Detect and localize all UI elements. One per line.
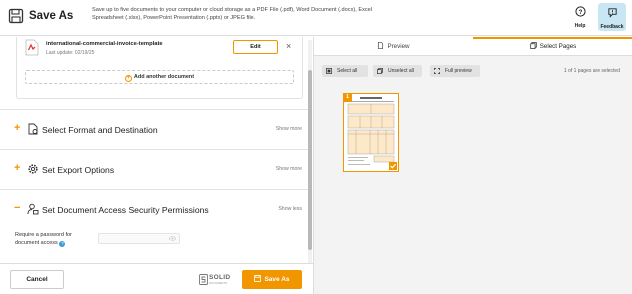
section-title: Set Document Access Security Permissions bbox=[42, 205, 209, 215]
section-security-permissions[interactable]: − Set Document Access Security Permissio… bbox=[0, 189, 312, 263]
file-gear-icon bbox=[28, 123, 38, 135]
collapse-minus-icon: − bbox=[14, 202, 21, 214]
info-icon[interactable]: ? bbox=[59, 241, 66, 247]
header-bar: Save As Save up to five documents to you… bbox=[0, 0, 632, 36]
show-less-toggle[interactable]: Show less bbox=[278, 206, 302, 212]
gear-icon bbox=[28, 164, 38, 174]
feedback-label: Feedback bbox=[600, 24, 624, 30]
tab-preview-label: Preview bbox=[387, 43, 410, 50]
dialog-description: Save up to five documents to your comput… bbox=[92, 7, 373, 22]
save-as-button[interactable]: Save As bbox=[242, 270, 302, 289]
dialog-title: Save As bbox=[29, 10, 74, 22]
question-circle-icon: ? bbox=[574, 6, 586, 17]
speech-bubble-icon bbox=[607, 8, 617, 18]
document-card: international-commercial-invoice-templat… bbox=[16, 37, 303, 99]
scrollbar-thumb[interactable] bbox=[308, 70, 312, 250]
unselect-all-button[interactable]: Unselect all bbox=[373, 65, 422, 77]
document-name: international-commercial-invoice-templat… bbox=[46, 41, 163, 47]
right-panel: Preview Select Pages Select all Unselect… bbox=[313, 37, 632, 294]
tab-preview[interactable]: Preview bbox=[314, 37, 473, 56]
add-another-label: Add another document bbox=[133, 74, 195, 80]
page-thumbnail[interactable]: 1 bbox=[343, 93, 399, 172]
add-another-document-button[interactable]: + Add another document bbox=[25, 70, 294, 84]
invoice-page-preview bbox=[347, 97, 395, 165]
section-select-format[interactable]: + Select Format and Destination Show mor… bbox=[0, 109, 312, 149]
password-label-line1: Require a password for bbox=[15, 232, 72, 238]
edit-button[interactable]: Edit bbox=[233, 40, 278, 54]
document-last-update: Last update: 02/19/25 bbox=[46, 50, 95, 56]
left-panel-scrollbar[interactable] bbox=[308, 40, 312, 263]
select-all-label: Select all bbox=[337, 68, 358, 74]
logo-subtitle: DOCUMENTS bbox=[209, 281, 228, 285]
user-lock-icon bbox=[27, 203, 39, 215]
logo-name: SOLID bbox=[209, 274, 231, 281]
eye-icon[interactable] bbox=[169, 236, 176, 241]
section-title: Set Export Options bbox=[42, 165, 115, 175]
svg-text:?: ? bbox=[578, 9, 582, 16]
left-panel: international-commercial-invoice-templat… bbox=[0, 37, 312, 263]
tab-select-pages-label: Select Pages bbox=[539, 43, 577, 50]
password-label: Require a password for document access ? bbox=[15, 231, 72, 247]
fullscreen-icon bbox=[434, 68, 440, 74]
unselect-all-label: Unselect all bbox=[388, 68, 414, 74]
pages-icon bbox=[530, 42, 537, 49]
save-as-label: Save As bbox=[264, 276, 290, 283]
save-disk-icon bbox=[254, 275, 262, 282]
full-preview-label: Full preview bbox=[445, 68, 472, 74]
unselect-all-icon bbox=[377, 68, 383, 74]
help-button[interactable]: ? Help bbox=[567, 4, 593, 30]
password-label-line2: document access bbox=[15, 240, 58, 246]
expand-plus-icon: + bbox=[14, 122, 21, 134]
tab-bar: Preview Select Pages bbox=[314, 37, 632, 56]
pages-selected-count: 1 of 1 pages are selected bbox=[563, 68, 620, 74]
section-export-options[interactable]: + Set Export Options Show more bbox=[0, 149, 312, 189]
password-input[interactable] bbox=[98, 233, 180, 244]
tab-select-pages[interactable]: Select Pages bbox=[473, 37, 632, 56]
full-preview-button[interactable]: Full preview bbox=[430, 65, 480, 77]
checkmark-icon[interactable] bbox=[389, 162, 397, 170]
feedback-button[interactable]: Feedback bbox=[598, 3, 626, 31]
document-icon bbox=[378, 42, 384, 49]
remove-document-close-icon[interactable]: × bbox=[286, 41, 291, 51]
page-number-badge: 1 bbox=[343, 93, 352, 102]
section-title: Select Format and Destination bbox=[42, 125, 158, 135]
pdf-file-icon bbox=[25, 39, 39, 56]
solid-logo-icon bbox=[199, 274, 208, 285]
save-disk-icon bbox=[8, 8, 24, 24]
solid-documents-logo: SOLID DOCUMENTS bbox=[199, 274, 237, 286]
expand-plus-icon: + bbox=[14, 162, 21, 174]
select-all-icon bbox=[326, 68, 332, 74]
footer-bar: Cancel SOLID DOCUMENTS Save As bbox=[0, 263, 313, 294]
show-more-toggle[interactable]: Show more bbox=[276, 126, 302, 132]
select-all-button[interactable]: Select all bbox=[322, 65, 368, 77]
cancel-button[interactable]: Cancel bbox=[10, 270, 64, 289]
plus-circle-icon: + bbox=[124, 75, 132, 82]
show-more-toggle[interactable]: Show more bbox=[276, 166, 302, 172]
help-label: Help bbox=[574, 23, 586, 29]
